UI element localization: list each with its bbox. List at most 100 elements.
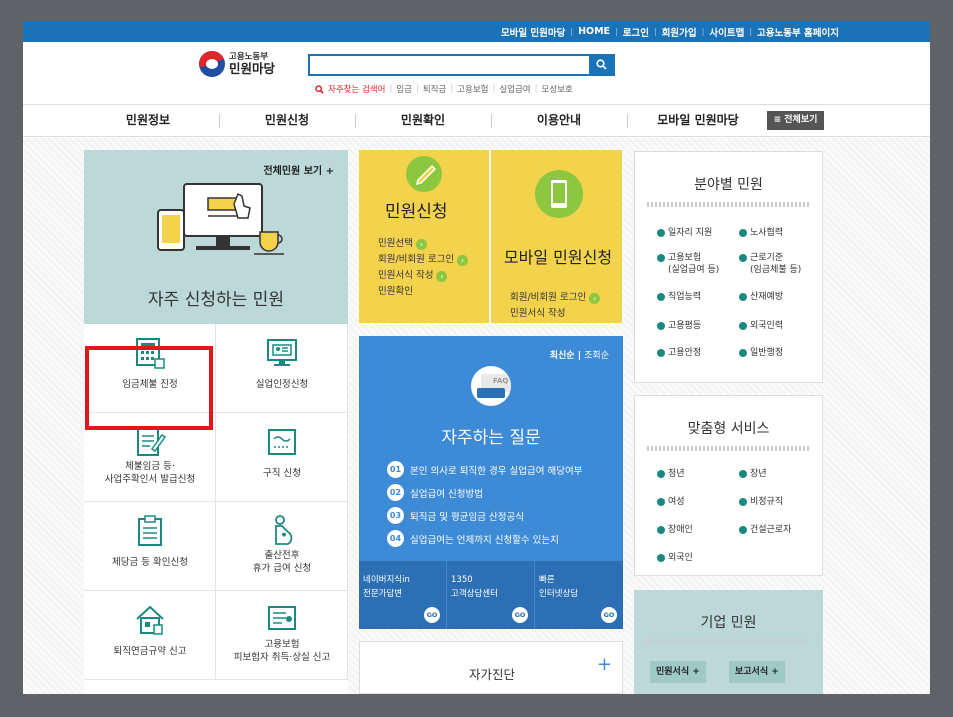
plus-icon[interactable]: + bbox=[597, 654, 612, 675]
list-item[interactable]: 회원/비회원 로그인 › bbox=[510, 290, 601, 306]
call-center-link[interactable]: 1350 고객상담센터 GO bbox=[447, 561, 535, 629]
frequent-services-title: 자주 신청하는 민원 bbox=[148, 290, 284, 310]
view-all-button[interactable]: ≡ 전체보기 bbox=[767, 111, 824, 130]
custom-item[interactable]: 청년 bbox=[657, 468, 685, 480]
field-item[interactable]: 외국인력 bbox=[739, 320, 783, 332]
keyword-link[interactable]: 임금 bbox=[396, 83, 412, 95]
search-box bbox=[308, 54, 615, 76]
search-input[interactable] bbox=[310, 56, 588, 74]
faq-title: 자주하는 질문 bbox=[441, 428, 541, 448]
logo-line2: 민원마당 bbox=[229, 61, 276, 76]
divider: | bbox=[389, 84, 393, 94]
site-logo[interactable]: 고용노동부 민원마당 bbox=[199, 51, 275, 77]
nav-item-info[interactable]: 민원정보 bbox=[83, 105, 213, 136]
list-item[interactable]: 민원서식 작성 › bbox=[378, 268, 468, 284]
keyword-link[interactable]: 퇴직금 bbox=[423, 83, 446, 95]
custom-services-title: 맞춤형 서비스 bbox=[687, 421, 770, 437]
service-label: 임금체불 진정 bbox=[122, 379, 178, 390]
link-home[interactable]: HOME bbox=[573, 26, 615, 37]
go-button[interactable]: GO bbox=[424, 607, 440, 623]
nav-item-check[interactable]: 민원확인 bbox=[355, 105, 491, 136]
service-arrears-confirmation[interactable]: 체불임금 등· 사업주확인서 발급신청 bbox=[84, 413, 216, 502]
field-item[interactable]: 고용평등 bbox=[657, 320, 701, 332]
search-icon bbox=[315, 84, 324, 94]
service-wage-arrears[interactable]: 임금체불 진정 bbox=[84, 324, 216, 413]
report-forms-button[interactable]: 보고서식 + bbox=[729, 661, 785, 683]
online-consult-link[interactable]: 빠른 인터넷상담 GO bbox=[535, 561, 623, 629]
custom-item[interactable]: 장년 bbox=[739, 468, 767, 480]
bullet-icon bbox=[657, 470, 665, 478]
divider: | bbox=[492, 84, 496, 94]
all-services-link[interactable]: 전체민원 보기 + bbox=[263, 162, 334, 177]
link-mobile[interactable]: 모바일 민원마당 bbox=[496, 25, 571, 39]
keyword-link[interactable]: 모성보호 bbox=[542, 83, 573, 95]
custom-item[interactable]: 비정규직 bbox=[739, 496, 783, 508]
list-item[interactable]: 민원확인 bbox=[378, 284, 468, 300]
service-maternity-leave[interactable]: 출산전후 휴가 급여 신청 bbox=[216, 502, 348, 591]
field-item[interactable]: 근로기준 (임금체불 등) bbox=[739, 252, 801, 276]
service-pension-report[interactable]: 퇴직연금규약 신고 bbox=[84, 591, 216, 680]
field-item[interactable]: 일반행정 bbox=[739, 347, 783, 359]
divider: | bbox=[534, 84, 538, 94]
bullet-icon bbox=[739, 254, 747, 262]
sort-views[interactable]: 조회순 bbox=[584, 351, 609, 361]
nav-item-mobile[interactable]: 모바일 민원마당 bbox=[633, 105, 763, 136]
faq-icon-label: FAQ bbox=[493, 377, 509, 385]
custom-item[interactable]: 여성 bbox=[657, 496, 685, 508]
link-sitemap[interactable]: 사이트맵 bbox=[704, 25, 749, 39]
field-item[interactable]: 직업능력 bbox=[657, 291, 701, 303]
nav-item-apply[interactable]: 민원신청 bbox=[219, 105, 355, 136]
list-item[interactable]: 민원선택 › bbox=[378, 236, 468, 252]
bullet-icon bbox=[657, 554, 665, 562]
service-job-seeking[interactable]: 구직 신청 bbox=[216, 413, 348, 502]
go-button[interactable]: GO bbox=[512, 607, 528, 623]
keyword-link[interactable]: 고용보험 bbox=[457, 83, 488, 95]
civil-application-panel[interactable]: 민원신청 민원선택 › 회원/비회원 로그인 › 민원서식 작성 › 민원확인 bbox=[359, 150, 489, 323]
faq-item[interactable]: 04 실업급여는 언제까지 신청할수 있는지 bbox=[387, 527, 582, 550]
field-item[interactable]: 고용안정 bbox=[657, 347, 701, 359]
naver-kin-link[interactable]: 네이버지식in 전문가답변 GO bbox=[359, 561, 447, 629]
search-button[interactable] bbox=[589, 56, 613, 74]
keyword-link[interactable]: 실업급여 bbox=[499, 83, 530, 95]
link-ministry[interactable]: 고용노동부 홈페이지 bbox=[752, 25, 844, 39]
arrow-right-icon: › bbox=[436, 270, 448, 282]
arrow-right-icon: › bbox=[415, 238, 427, 250]
service-insured-report[interactable]: 고용보험 피보험자 취득·상실 신고 bbox=[216, 591, 348, 680]
field-item[interactable]: 노사협력 bbox=[739, 227, 783, 239]
nav-item-guide[interactable]: 이용안내 bbox=[491, 105, 627, 136]
faq-list: 01 본인 의사로 퇴직한 경우 실업급여 해당여부 02 실업급여 신청방법 03… bbox=[387, 458, 582, 550]
custom-item[interactable]: 장애인 bbox=[657, 524, 693, 536]
service-label: 체당금 등 확인신청 bbox=[112, 557, 188, 568]
smartphone-icon bbox=[535, 170, 583, 218]
field-item[interactable]: 산재예방 bbox=[739, 291, 783, 303]
field-item[interactable]: 고용보험 (실업급여 등) bbox=[657, 252, 719, 276]
bullet-icon bbox=[657, 498, 665, 506]
divider: | bbox=[415, 84, 419, 94]
civil-forms-button[interactable]: 민원서식 + bbox=[650, 661, 706, 683]
custom-item[interactable]: 외국인 bbox=[657, 552, 693, 564]
link-join[interactable]: 회원가입 bbox=[657, 25, 702, 39]
service-substitute-payment[interactable]: 체당금 등 확인신청 bbox=[84, 502, 216, 591]
list-item[interactable]: 민원서식 작성 bbox=[510, 306, 600, 322]
mobile-application-steps: 회원/비회원 로그인 › 민원서식 작성 bbox=[510, 290, 601, 322]
sort-latest[interactable]: 최신순 bbox=[550, 351, 575, 361]
faq-number: 03 bbox=[387, 507, 404, 524]
list-item[interactable]: 회원/비회원 로그인 › bbox=[378, 252, 469, 268]
link-login[interactable]: 로그인 bbox=[618, 25, 654, 39]
bullet-icon bbox=[657, 526, 665, 534]
document-pen-icon bbox=[137, 428, 166, 456]
custom-item[interactable]: 건설근로자 bbox=[739, 524, 791, 536]
field-services-panel: 분야별 민원 일자리 지원 노사협력 고용보험 (실업급여 등) 근로기준 (임… bbox=[634, 151, 823, 383]
field-item[interactable]: 일자리 지원 bbox=[657, 227, 712, 239]
bullet-icon bbox=[739, 526, 747, 534]
self-diagnosis-title: 자가진단 bbox=[468, 667, 515, 682]
faq-item[interactable]: 02 실업급여 신청방법 bbox=[387, 481, 582, 504]
self-diagnosis-panel[interactable]: 자가진단 + bbox=[359, 641, 623, 694]
faq-item[interactable]: 01 본인 의사로 퇴직한 경우 실업급여 해당여부 bbox=[387, 458, 582, 481]
service-unemployment-cert[interactable]: 실업인정신청 bbox=[216, 324, 348, 413]
faq-item[interactable]: 03 퇴직금 및 평균임금 산정공식 bbox=[387, 504, 582, 527]
mobile-application-panel[interactable]: 모바일 민원신청 회원/비회원 로그인 › 민원서식 작성 bbox=[491, 150, 622, 323]
search-icon bbox=[595, 59, 607, 70]
monitor-id-icon bbox=[267, 339, 297, 366]
go-button[interactable]: GO bbox=[601, 607, 617, 623]
